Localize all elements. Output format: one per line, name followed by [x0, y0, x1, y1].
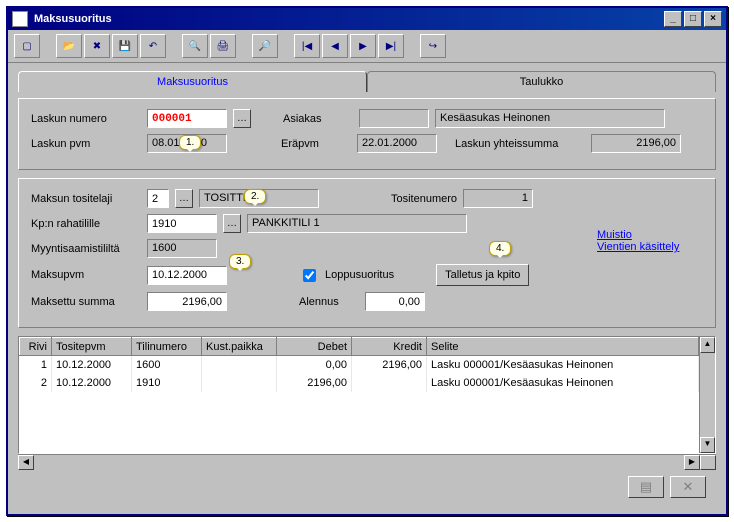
- delete-icon[interactable]: ✖: [84, 34, 110, 58]
- scroll-down-icon[interactable]: ▼: [700, 437, 715, 453]
- col-tositepvm[interactable]: Tositepvm: [52, 338, 132, 356]
- callout-3: 3.: [229, 254, 251, 269]
- tositelaji-lookup[interactable]: …: [175, 189, 193, 208]
- footer-cancel-button[interactable]: ✕: [670, 476, 706, 498]
- toolbar: ▢ 📂 ✖ 💾 ↶ 🔍 🖨 🔎 |◀ ◀ ▶ ▶| ↪: [8, 30, 726, 63]
- col-debet[interactable]: Debet: [277, 338, 352, 356]
- lbl-rahatilille: Kp:n rahatilille: [31, 218, 141, 230]
- link-muistio[interactable]: Muistio: [597, 229, 632, 241]
- scroll-up-icon[interactable]: ▲: [700, 337, 715, 353]
- col-selite[interactable]: Selite: [427, 338, 699, 356]
- vertical-scrollbar[interactable]: ▲ ▼: [699, 337, 715, 453]
- lbl-maksupvm: Maksupvm: [31, 269, 141, 281]
- horizontal-scrollbar[interactable]: ◀ ▶: [18, 454, 716, 470]
- footer-ok-button[interactable]: ▤: [628, 476, 664, 498]
- next-icon[interactable]: ▶: [350, 34, 376, 58]
- rahatilille-name: PANKKITILI 1: [247, 214, 467, 233]
- lbl-laskun-numero: Laskun numero: [31, 113, 141, 125]
- tositelaji-input[interactable]: [147, 189, 169, 208]
- lbl-alennus: Alennus: [299, 296, 359, 308]
- window-title: Maksusuoritus: [32, 13, 664, 25]
- laskun-numero-lookup[interactable]: …: [233, 109, 251, 128]
- col-kredit[interactable]: Kredit: [352, 338, 427, 356]
- myyntisaamis: 1600: [147, 239, 217, 258]
- lbl-tositelaji: Maksun tositelaji: [31, 193, 141, 205]
- preview-icon[interactable]: 🔍: [182, 34, 208, 58]
- col-tili[interactable]: Tilinumero: [132, 338, 202, 356]
- exit-icon[interactable]: ↪: [420, 34, 446, 58]
- asiakas-code: [359, 109, 429, 128]
- callout-1: 1.: [179, 135, 201, 150]
- scroll-left-icon[interactable]: ◀: [18, 455, 34, 470]
- lbl-erapvm: Eräpvm: [281, 138, 351, 150]
- payment-panel: Maksun tositelaji … TOSITTEET Tositenume…: [18, 178, 716, 328]
- maximize-button[interactable]: □: [684, 11, 702, 27]
- alennus-input[interactable]: [365, 292, 425, 311]
- minimize-button[interactable]: _: [664, 11, 682, 27]
- scroll-right-icon[interactable]: ▶: [684, 455, 700, 470]
- app-window: ❖ Maksusuoritus _ □ × ▢ 📂 ✖ 💾 ↶ 🔍 🖨 🔎 |◀…: [6, 6, 728, 516]
- new-icon[interactable]: ▢: [14, 34, 40, 58]
- last-icon[interactable]: ▶|: [378, 34, 404, 58]
- yhteissumma: 2196,00: [591, 134, 681, 153]
- lbl-laskun-pvm: Laskun pvm: [31, 138, 141, 150]
- callout-2: 2.: [244, 189, 266, 204]
- first-icon[interactable]: |◀: [294, 34, 320, 58]
- tab-maksusuoritus[interactable]: Maksusuoritus: [18, 71, 367, 92]
- table-row[interactable]: 1 10.12.2000 1600 0,00 2196,00 Lasku 000…: [20, 356, 699, 374]
- print-icon[interactable]: 🖨: [210, 34, 236, 58]
- rahatilille-lookup[interactable]: …: [223, 214, 241, 233]
- invoice-panel: Laskun numero … Asiakas Kesäasukas Heino…: [18, 98, 716, 170]
- talletus-button[interactable]: Talletus ja kpito: [436, 264, 529, 286]
- col-kust[interactable]: Kust.paikka: [202, 338, 277, 356]
- tositenumero: 1: [463, 189, 533, 208]
- lbl-yhteissumma: Laskun yhteissumma: [455, 138, 585, 150]
- title-bar: ❖ Maksusuoritus _ □ ×: [8, 8, 726, 30]
- lbl-loppusuoritus: Loppusuoritus: [325, 269, 394, 281]
- undo-icon[interactable]: ↶: [140, 34, 166, 58]
- table-row[interactable]: 2 10.12.2000 1910 2196,00 Lasku 000001/K…: [20, 374, 699, 392]
- col-rivi[interactable]: Rivi: [20, 338, 52, 356]
- entries-grid: Rivi Tositepvm Tilinumero Kust.paikka De…: [18, 336, 716, 454]
- callout-4: 4.: [489, 241, 511, 256]
- lbl-maksettu: Maksettu summa: [31, 296, 141, 308]
- laskun-numero-input[interactable]: [147, 109, 227, 128]
- lbl-asiakas: Asiakas: [283, 113, 353, 125]
- app-icon: ❖: [12, 11, 28, 27]
- open-icon[interactable]: 📂: [56, 34, 82, 58]
- find-icon[interactable]: 🔎: [252, 34, 278, 58]
- lbl-myyntisaamis: Myyntisaamistililtä: [31, 243, 141, 255]
- lbl-tositenumero: Tositenumero: [391, 193, 457, 205]
- tab-taulukko[interactable]: Taulukko: [367, 71, 716, 92]
- rahatilille-input[interactable]: [147, 214, 217, 233]
- maksettu-input[interactable]: [147, 292, 227, 311]
- link-vientien[interactable]: Vientien käsittely: [597, 241, 679, 253]
- asiakas-name: Kesäasukas Heinonen: [435, 109, 665, 128]
- erapvm: 22.01.2000: [357, 134, 437, 153]
- maksupvm-input[interactable]: [147, 266, 227, 285]
- prev-icon[interactable]: ◀: [322, 34, 348, 58]
- close-button[interactable]: ×: [704, 11, 722, 27]
- save-icon[interactable]: 💾: [112, 34, 138, 58]
- loppusuoritus-checkbox[interactable]: [303, 269, 316, 282]
